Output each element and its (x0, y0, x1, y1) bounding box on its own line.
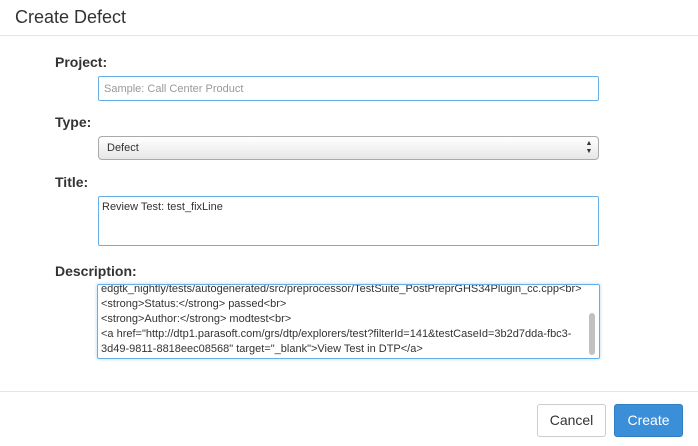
modal-title: Create Defect (15, 7, 127, 27)
modal-footer: Cancel Create (0, 391, 698, 446)
description-line: <strong>Author:</strong> modtest<br> (101, 313, 292, 325)
project-input[interactable] (98, 76, 599, 101)
type-label: Type: (55, 114, 92, 130)
description-content: edgtk_nightly/tests/autogenerated/src/pr… (101, 284, 582, 357)
description-line: <a href="http://dtp1.parasoft.com/grs/dt… (101, 328, 572, 340)
type-select[interactable]: Defect ▲ ▼ (98, 136, 599, 160)
project-label: Project: (55, 54, 108, 70)
title-textarea[interactable]: Review Test: test_fixLine (98, 196, 599, 246)
description-scrollbar[interactable] (587, 287, 597, 357)
description-line: edgtk_nightly/tests/autogenerated/src/pr… (101, 284, 582, 295)
description-line: 3d49-9811-8818eec08568" target="_blank">… (101, 343, 423, 355)
type-select-value: Defect (107, 142, 139, 154)
create-button[interactable]: Create (614, 404, 683, 437)
scrollbar-thumb[interactable] (589, 313, 595, 355)
description-line: <strong>Status:</strong> passed<br> (101, 298, 287, 310)
description-textarea[interactable]: edgtk_nightly/tests/autogenerated/src/pr… (97, 284, 600, 359)
modal-header: Create Defect (0, 0, 698, 36)
description-label: Description: (55, 263, 137, 279)
title-label: Title: (55, 174, 89, 190)
cancel-button[interactable]: Cancel (537, 404, 606, 437)
select-arrows-icon: ▲ ▼ (585, 140, 593, 155)
